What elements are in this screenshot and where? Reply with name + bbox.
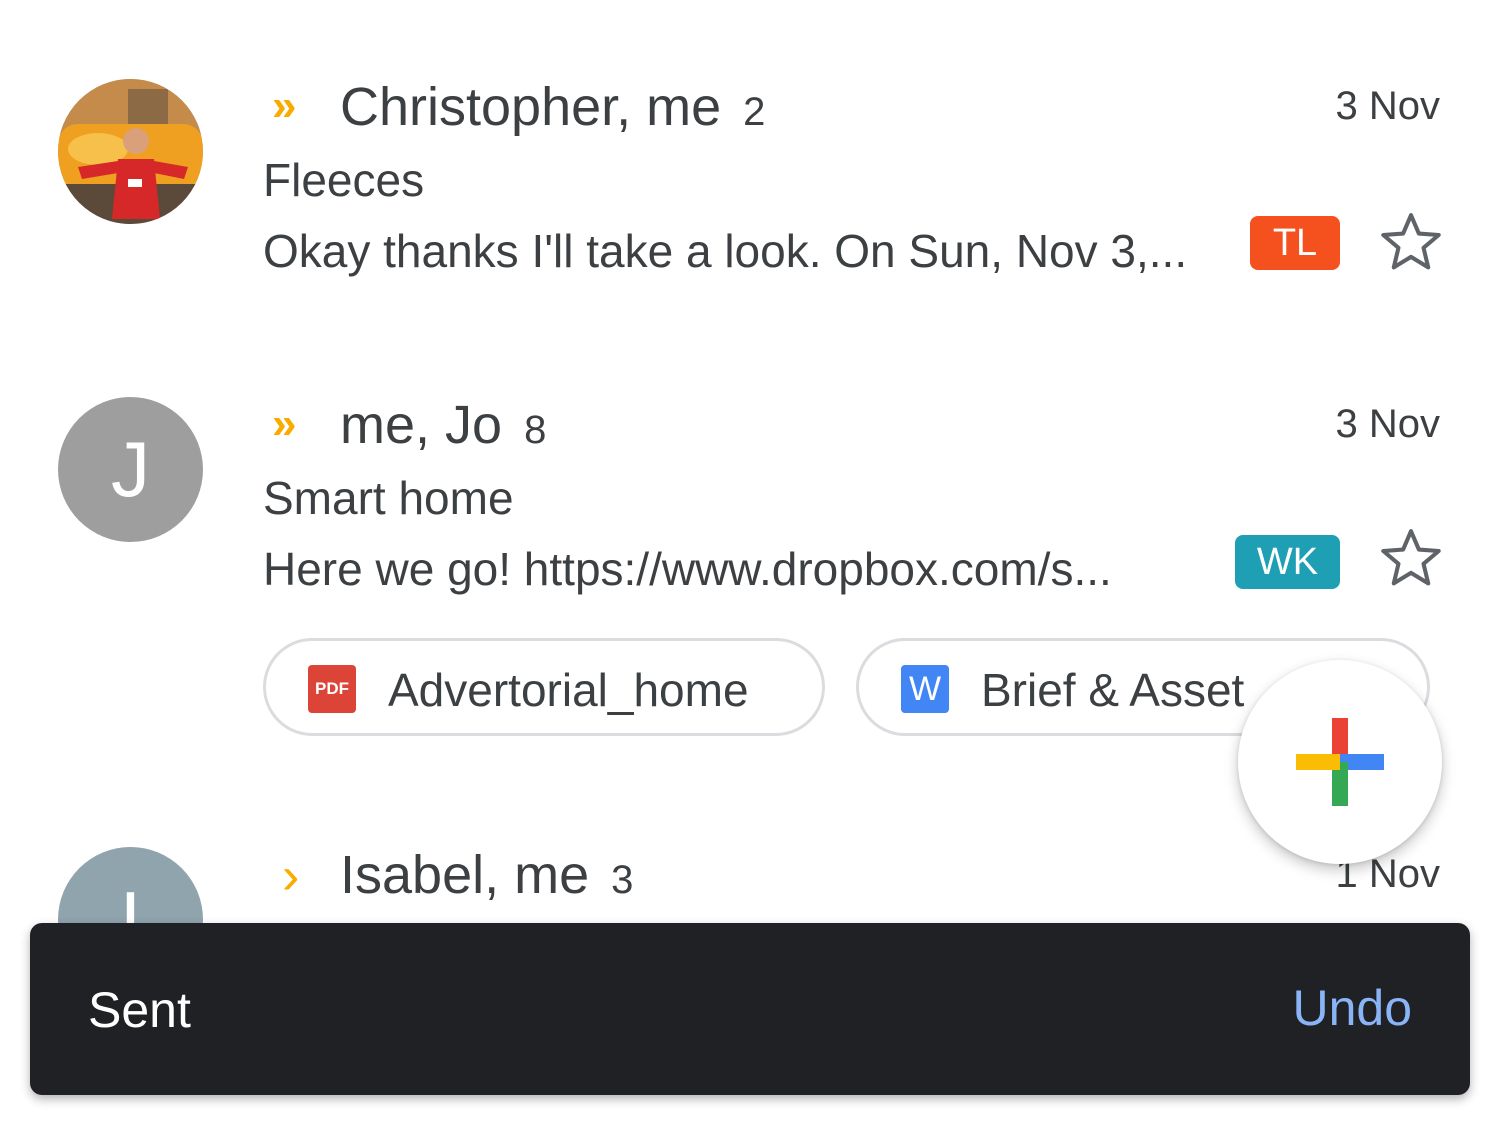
pdf-icon: PDF bbox=[308, 665, 356, 713]
word-doc-icon: W bbox=[901, 665, 949, 713]
photo-avatar-icon[interactable] bbox=[58, 79, 203, 224]
thread-sender: Christopher, me 2 bbox=[340, 80, 765, 134]
label-chip: WK bbox=[1235, 535, 1340, 589]
star-outline-icon[interactable] bbox=[1376, 207, 1446, 277]
sender-names: me, Jo bbox=[340, 395, 503, 455]
importance-marker-icon: » bbox=[272, 81, 297, 130]
sender-names: Christopher, me bbox=[340, 77, 722, 137]
thread-snippet: Okay thanks I'll take a look. On Sun, No… bbox=[263, 225, 1188, 277]
snackbar-message: Sent bbox=[88, 982, 191, 1038]
thread-subject: Fleeces bbox=[263, 154, 425, 206]
message-count: 2 bbox=[743, 90, 766, 134]
attachment-name: Brief & Asset bbox=[981, 664, 1245, 716]
attachment-chip[interactable]: PDF Advertorial_home bbox=[263, 638, 825, 736]
thread-row[interactable]: » Christopher, me 2 3 Nov Fleeces Okay th… bbox=[0, 0, 1500, 330]
compose-plus-icon bbox=[1296, 718, 1384, 806]
thread-snippet: Here we go! https://www.dropbox.com/s... bbox=[263, 543, 1112, 595]
undo-button[interactable]: Undo bbox=[1292, 983, 1412, 1033]
message-count: 8 bbox=[524, 408, 547, 452]
avatar-letter: J bbox=[111, 425, 150, 513]
thread-subject: Smart home bbox=[263, 472, 514, 524]
thread-date: 3 Nov bbox=[1335, 402, 1441, 446]
snackbar: Sent Undo bbox=[30, 923, 1470, 1095]
sender-names: Isabel, me bbox=[340, 845, 590, 905]
thread-sender: Isabel, me 3 bbox=[340, 848, 633, 902]
importance-marker-icon: › bbox=[282, 847, 300, 905]
thread-sender: me, Jo 8 bbox=[340, 398, 546, 452]
star-outline-icon[interactable] bbox=[1376, 523, 1446, 593]
message-count: 3 bbox=[611, 858, 634, 902]
thread-date: 3 Nov bbox=[1335, 84, 1441, 128]
label-chip: TL bbox=[1250, 216, 1340, 270]
attachment-name: Advertorial_home bbox=[388, 664, 749, 716]
compose-button[interactable] bbox=[1238, 660, 1442, 864]
letter-avatar[interactable]: J bbox=[58, 397, 203, 542]
importance-marker-icon: » bbox=[272, 399, 297, 448]
